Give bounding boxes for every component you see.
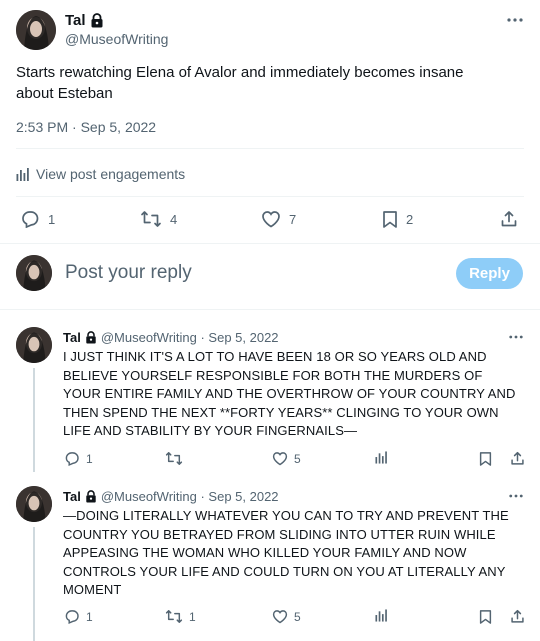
author-handle[interactable]: @MuseofWriting: [65, 31, 168, 47]
post-text: Starts rewatching Elena of Avalor and im…: [16, 64, 464, 102]
views-action[interactable]: [375, 609, 388, 622]
lock-icon: [85, 490, 97, 503]
author-name[interactable]: Tal: [63, 489, 81, 504]
view-engagements-link[interactable]: View post engagements: [16, 166, 185, 182]
share-action[interactable]: [510, 451, 525, 466]
more-options-icon[interactable]: [503, 12, 527, 28]
divider: [16, 196, 524, 197]
author-name[interactable]: Tal: [63, 330, 81, 345]
heart-icon: [272, 451, 288, 466]
reply-text: I JUST THINK IT'S A LOT TO HAVE BEEN 18 …: [63, 349, 516, 438]
reply-icon: [64, 451, 80, 466]
share-icon: [510, 609, 525, 624]
divider: [0, 309, 540, 310]
repost-action[interactable]: 4: [140, 210, 177, 228]
reply-count: 1: [48, 211, 56, 227]
thread-line: [33, 368, 35, 472]
more-options-icon[interactable]: [505, 330, 527, 344]
like-count: 5: [294, 451, 301, 466]
author-handle-time[interactable]: @MuseofWriting · Sep 5, 2022: [101, 330, 279, 345]
reply-action[interactable]: 1: [64, 451, 93, 466]
bookmark-icon: [479, 609, 492, 625]
author-name[interactable]: Tal: [65, 12, 86, 29]
share-action[interactable]: [500, 210, 518, 228]
more-options-icon[interactable]: [505, 489, 527, 503]
post-timestamp[interactable]: 2:53 PM · Sep 5, 2022: [16, 119, 156, 135]
bookmark-action[interactable]: [479, 451, 492, 467]
analytics-icon: [375, 609, 388, 622]
heart-icon: [261, 210, 281, 228]
like-count: 7: [289, 211, 297, 227]
avatar[interactable]: [16, 10, 56, 50]
bookmark-action[interactable]: [479, 609, 492, 625]
author-handle-time[interactable]: @MuseofWriting · Sep 5, 2022: [101, 489, 279, 504]
repost-count: 1: [189, 609, 196, 624]
share-action[interactable]: [510, 609, 525, 624]
repost-count: 4: [170, 211, 178, 227]
divider: [16, 148, 524, 149]
bookmark-icon: [382, 210, 398, 229]
like-count: 5: [294, 609, 301, 624]
views-action[interactable]: [375, 451, 388, 464]
bookmark-count: 2: [406, 212, 414, 227]
view-engagements-label: View post engagements: [36, 166, 186, 182]
bookmark-icon: [479, 451, 492, 467]
lock-icon: [85, 331, 97, 344]
avatar[interactable]: [16, 327, 52, 363]
repost-action[interactable]: 1: [165, 609, 196, 624]
share-icon: [500, 210, 518, 228]
reply-action[interactable]: 1: [64, 609, 93, 624]
avatar[interactable]: [16, 486, 52, 522]
lock-icon: [90, 13, 104, 28]
like-action[interactable]: 5: [272, 609, 301, 624]
share-icon: [510, 451, 525, 466]
avatar[interactable]: [16, 255, 52, 291]
heart-icon: [272, 609, 288, 624]
repost-icon: [140, 210, 162, 228]
like-action[interactable]: 5: [272, 451, 301, 466]
like-action[interactable]: 7: [261, 210, 296, 228]
analytics-icon: [16, 167, 30, 181]
divider: [0, 243, 540, 244]
reply-action[interactable]: 1: [20, 210, 55, 228]
repost-icon: [165, 609, 183, 624]
analytics-icon: [375, 451, 388, 464]
reply-input[interactable]: Post your reply: [65, 262, 435, 284]
repost-action[interactable]: [165, 451, 189, 466]
reply-icon: [20, 210, 40, 228]
reply-count: 1: [86, 451, 93, 466]
reply-count: 1: [86, 609, 93, 624]
thread-line: [33, 527, 35, 641]
reply-button[interactable]: Reply: [456, 258, 523, 289]
reply-text: —DOING LITERALLY WHATEVER YOU CAN TO TRY…: [63, 508, 509, 597]
reply-icon: [64, 609, 80, 624]
repost-icon: [165, 451, 183, 466]
bookmark-action[interactable]: 2: [382, 210, 413, 229]
